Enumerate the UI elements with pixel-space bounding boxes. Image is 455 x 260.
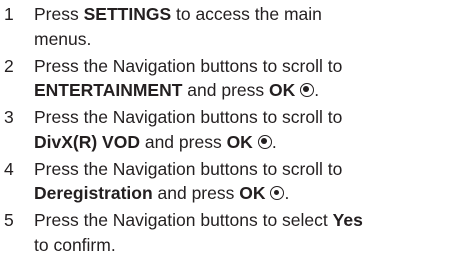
step-5-line-2: to confirm.	[34, 234, 116, 255]
ok-button-icon	[257, 134, 272, 149]
ok-button-icon	[270, 186, 285, 201]
deregistration-keyword: Deregistration	[34, 183, 153, 204]
step-number: 4	[4, 158, 14, 179]
ok-keyword: OK	[226, 131, 253, 152]
step-5-line-1: Press the Navigation buttons to select Y…	[34, 208, 455, 233]
step-text: .	[284, 183, 290, 204]
step-text: and press	[182, 80, 269, 101]
step-1: 1 Press SETTINGS to access the main menu…	[0, 2, 455, 51]
step-1-line-1: Press SETTINGS to access the main	[34, 2, 455, 27]
step-1-line-2: menus.	[34, 28, 92, 49]
step-text: to access the main	[171, 4, 322, 24]
step-4-line-1: Press the Navigation buttons to scroll t…	[34, 158, 343, 179]
entertainment-keyword: ENTERTAINMENT	[34, 80, 183, 101]
step-2-line-1: Press the Navigation buttons to scroll t…	[34, 55, 343, 76]
step-text: .	[271, 131, 277, 152]
step-text: and press	[152, 183, 240, 204]
ok-keyword: OK	[269, 80, 296, 101]
step-4-line-2: Deregistration and press OK.	[34, 181, 455, 206]
step-5: 5 Press the Navigation buttons to select…	[0, 208, 455, 257]
settings-keyword: SETTINGS	[83, 4, 172, 24]
step-text: Press	[34, 4, 84, 24]
step-text: and press	[139, 131, 227, 152]
step-text: Press the Navigation buttons to select	[34, 210, 333, 231]
step-text: .	[314, 80, 320, 101]
step-3: 3 Press the Navigation buttons to scroll…	[0, 105, 455, 154]
divx-vod-keyword: DivX(R) VOD	[34, 131, 140, 152]
step-3-line-2: DivX(R) VOD and press OK.	[34, 130, 455, 155]
instruction-steps: 1 Press SETTINGS to access the main menu…	[0, 2, 455, 260]
step-4: 4 Press the Navigation buttons to scroll…	[0, 157, 455, 206]
step-2: 2 Press the Navigation buttons to scroll…	[0, 54, 455, 103]
ok-button-icon	[300, 83, 315, 98]
ok-keyword: OK	[239, 183, 266, 204]
step-number: 5	[4, 210, 14, 231]
step-number: 2	[4, 55, 14, 76]
step-number: 1	[4, 4, 14, 24]
step-number: 3	[4, 107, 14, 128]
step-2-line-2: ENTERTAINMENT and press OK.	[34, 78, 455, 103]
step-3-line-1: Press the Navigation buttons to scroll t…	[34, 107, 343, 128]
yes-keyword: Yes	[332, 210, 363, 231]
